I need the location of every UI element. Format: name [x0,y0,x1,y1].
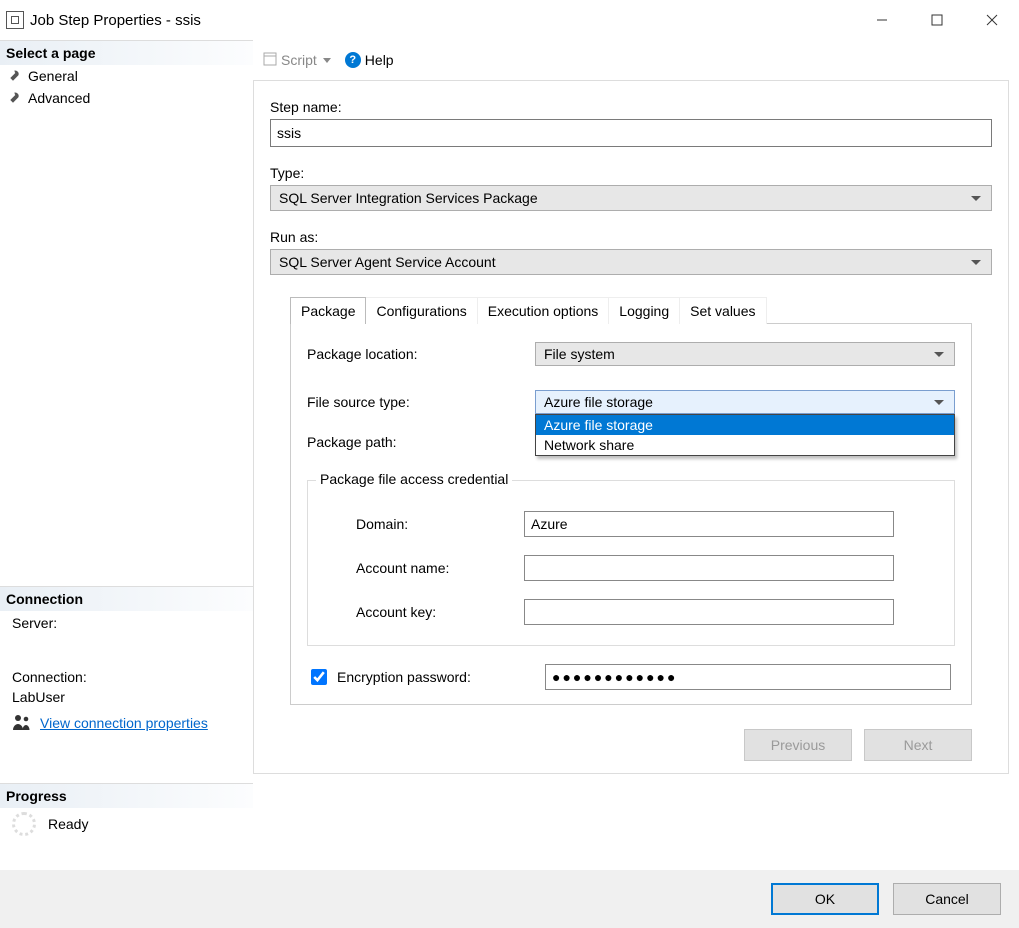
close-button[interactable] [964,1,1019,39]
tab-package[interactable]: Package [290,297,366,324]
package-path-label: Package path: [307,434,527,450]
account-name-label: Account name: [324,560,524,576]
progress-header: Progress [0,783,253,808]
page-item-label: General [28,68,78,84]
package-location-value: File system [544,346,615,362]
encryption-password-label: Encryption password: [337,669,545,685]
left-panel: Select a page General Advanced Connectio… [0,40,253,868]
help-icon: ? [345,52,361,68]
page-item-general[interactable]: General [0,65,253,87]
minimize-button[interactable] [854,1,909,39]
select-page-header: Select a page [0,40,253,65]
type-combo[interactable]: SQL Server Integration Services Package [270,185,992,211]
account-name-input[interactable] [524,555,894,581]
run-as-label: Run as: [270,229,992,245]
people-icon [12,714,32,733]
domain-label: Domain: [324,516,524,532]
package-location-combo[interactable]: File system [535,342,955,366]
form-area: Step name: Type: SQL Server Integration … [253,80,1009,774]
connection-label: Connection: [0,665,253,689]
file-source-option-network-share[interactable]: Network share [536,435,954,455]
progress-status: Ready [48,816,88,832]
chevron-down-icon [323,58,331,63]
tab-logging[interactable]: Logging [608,297,680,324]
type-label: Type: [270,165,992,181]
tab-configurations[interactable]: Configurations [365,297,477,324]
run-as-combo-value: SQL Server Agent Service Account [279,254,496,270]
next-button[interactable]: Next [864,729,972,761]
script-button[interactable]: Script [259,50,335,71]
window-title: Job Step Properties - ssis [30,12,201,29]
cancel-button[interactable]: Cancel [893,883,1001,915]
run-as-combo[interactable]: SQL Server Agent Service Account [270,249,992,275]
package-location-label: Package location: [307,346,527,362]
progress-spinner-icon [12,812,36,836]
page-item-advanced[interactable]: Advanced [0,87,253,109]
dialog-footer: OK Cancel [0,870,1019,928]
app-icon [6,11,24,29]
type-combo-value: SQL Server Integration Services Package [279,190,538,206]
file-source-type-combo[interactable]: Azure file storage [535,390,955,414]
ok-button[interactable]: OK [771,883,879,915]
content-panel: Script ? Help Step name: Type: SQL Serve… [253,40,1019,868]
credential-legend: Package file access credential [316,471,512,487]
titlebar: Job Step Properties - ssis [0,0,1019,40]
domain-input[interactable] [524,511,894,537]
connection-header: Connection [0,586,253,611]
connection-value: LabUser [0,689,253,709]
encryption-password-checkbox[interactable] [311,669,327,685]
account-key-label: Account key: [324,604,524,620]
toolbar: Script ? Help [253,40,1019,80]
tab-strip: Package Configurations Execution options… [290,297,992,324]
wrench-icon [8,70,22,82]
script-icon [263,52,277,69]
help-label: Help [365,52,394,68]
help-button[interactable]: ? Help [341,50,398,70]
file-source-type-value: Azure file storage [544,394,653,410]
view-connection-properties-link[interactable]: View connection properties [40,713,208,733]
credential-groupbox: Package file access credential Domain: A… [307,480,955,646]
wrench-icon [8,92,22,104]
file-source-option-azure[interactable]: Azure file storage [536,415,954,435]
maximize-button[interactable] [909,1,964,39]
file-source-type-label: File source type: [307,394,527,410]
server-label: Server: [0,611,253,635]
script-label: Script [281,52,317,68]
tab-panel-package: Package location: File system File sourc… [290,323,972,705]
encryption-password-input[interactable] [545,664,951,690]
tab-execution-options[interactable]: Execution options [477,297,610,324]
file-source-type-dropdown: Azure file storage Network share [535,414,955,456]
step-name-label: Step name: [270,99,992,115]
account-key-input[interactable] [524,599,894,625]
tab-set-values[interactable]: Set values [679,297,766,324]
page-item-label: Advanced [28,90,90,106]
previous-button[interactable]: Previous [744,729,852,761]
step-name-input[interactable] [270,119,992,147]
